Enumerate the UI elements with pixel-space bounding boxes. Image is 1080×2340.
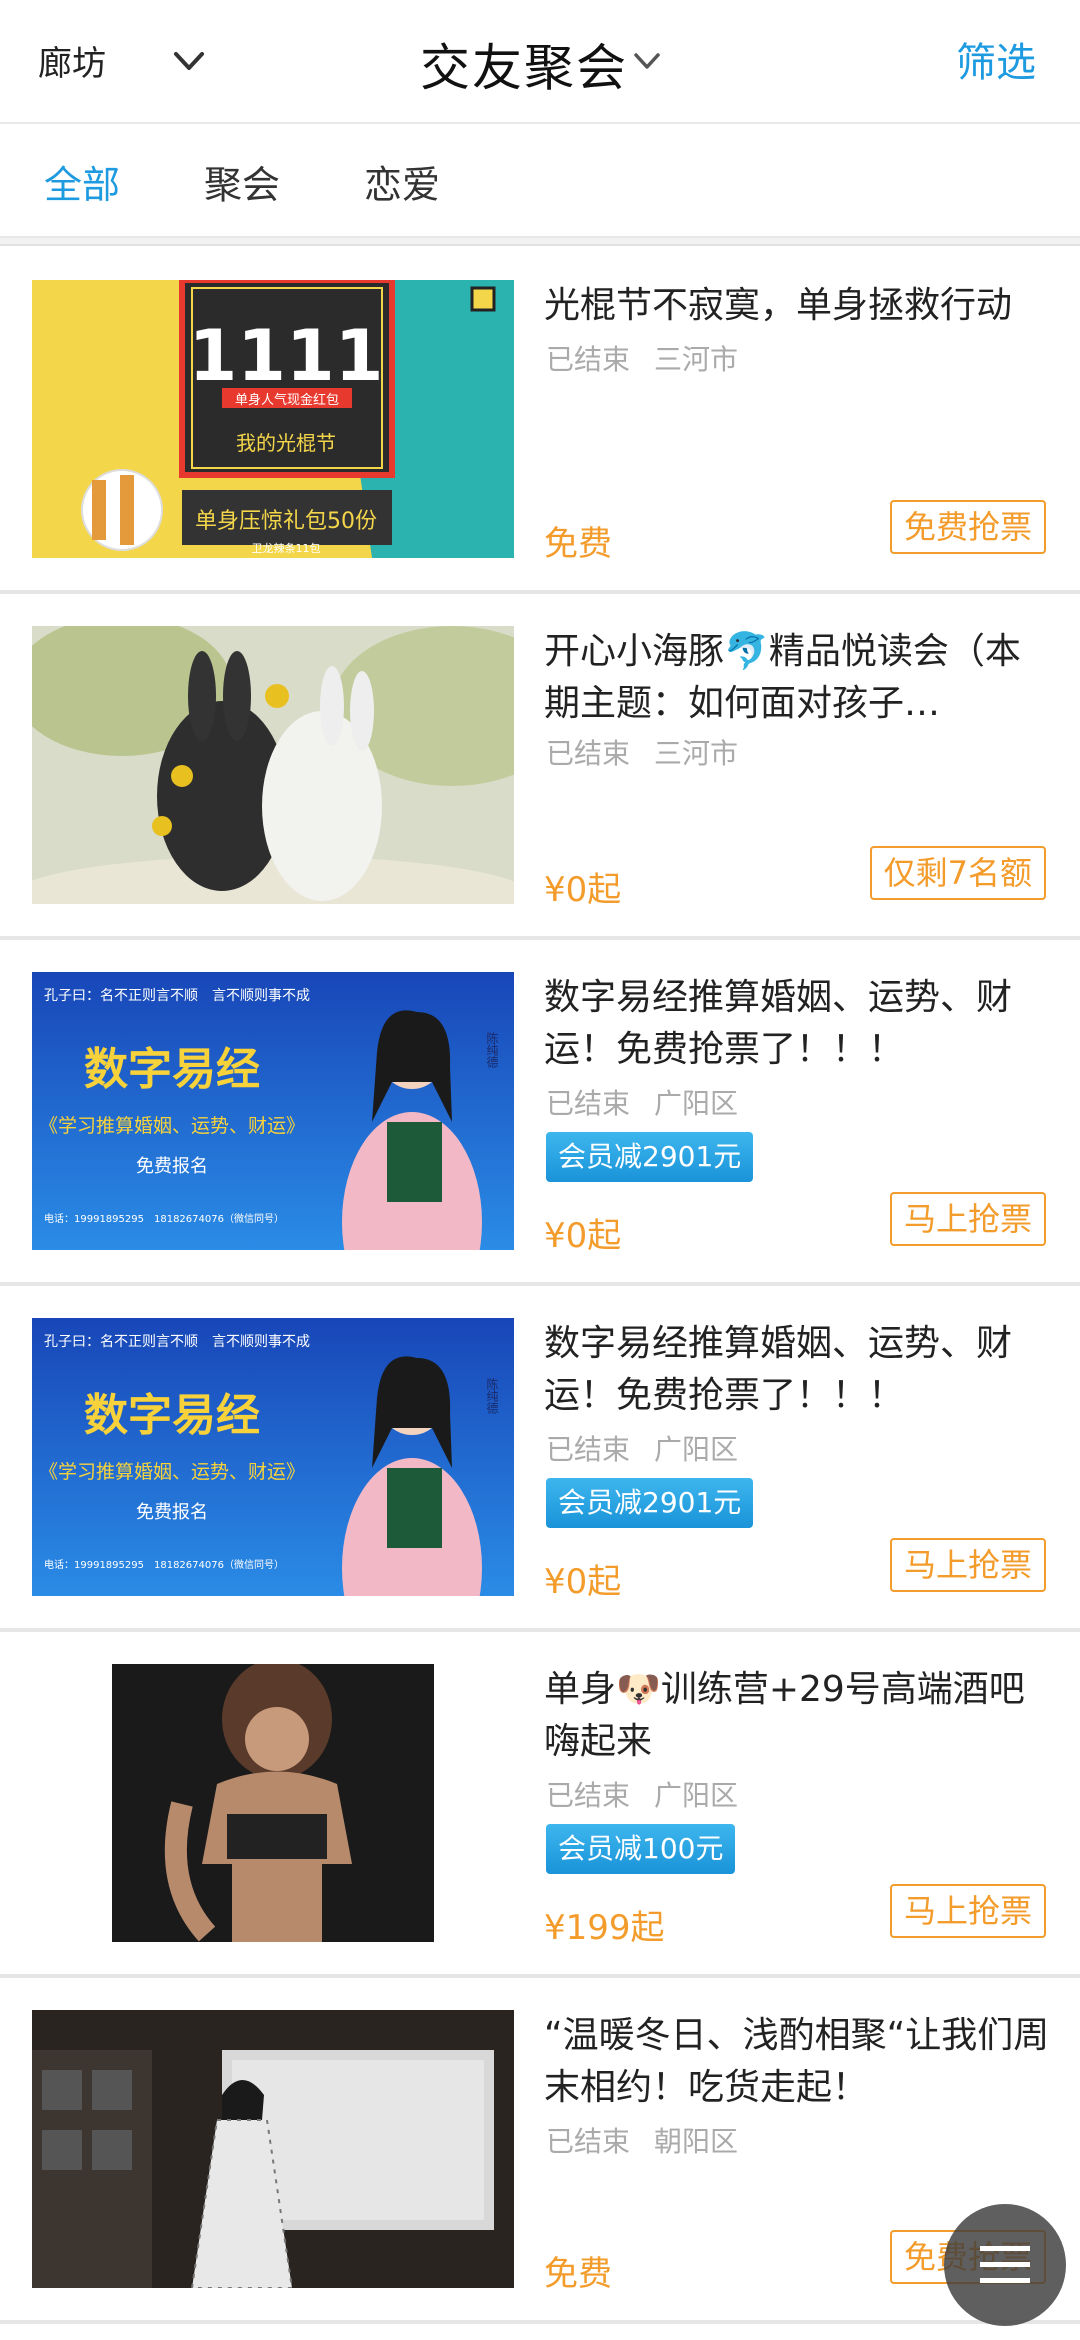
tab-party[interactable]: 聚会 [204, 154, 280, 209]
floating-menu-button[interactable] [944, 2204, 1066, 2326]
image-sub: 《学习推算婚姻、运势、财运》 [39, 1115, 305, 1137]
get-ticket-button[interactable]: 马上抢票 [889, 1884, 1046, 1938]
page-title[interactable]: 交友聚会 [420, 28, 628, 100]
event-location: 三河市 [654, 343, 739, 376]
get-ticket-button[interactable]: 马上抢票 [889, 1538, 1046, 1592]
event-location: 朝阳区 [654, 2125, 739, 2158]
event-title: 开心小海豚🐬精品悦读会（本期主题：如何面对孩子… [544, 631, 1021, 724]
image-headline: 数字易经 [84, 1390, 260, 1441]
event-status: 已结束 [546, 2125, 631, 2158]
event-image: 孔子曰：名不正则言不顺 言不顺则事不成 数字易经 《学习推算婚姻、运势、财运》 … [32, 1318, 514, 1596]
image-small: 卫龙辣条11包 [252, 541, 321, 555]
event-image [32, 626, 514, 904]
event-price: ¥0起 [544, 1216, 622, 1256]
event-price: 免费 [544, 2254, 612, 2294]
image-amount: 1111 [189, 315, 384, 397]
image-contact: 电话：19991895295 18182674076（微信同号） [44, 1558, 284, 1571]
event-item[interactable]: 单身🐶训练营+29号高端酒吧嗨起来 已结束 广阳区 会员减100元 ¥199起 马… [0, 1632, 1080, 1978]
event-title: 光棍节不寂寞，单身拯救行动 [544, 285, 1013, 326]
event-item[interactable]: 1111 单身人气现金红包 我的光棍节 单身压惊礼包50份 卫龙辣条11包 光棍… [0, 248, 1080, 594]
menu-icon [980, 2246, 1030, 2283]
event-status: 已结束 [546, 343, 631, 376]
event-meta: 已结束 广阳区 [546, 1428, 738, 1468]
event-status: 已结束 [546, 737, 631, 770]
chevron-down-icon[interactable] [632, 48, 662, 74]
event-title: 数字易经推算婚姻、运势、财运！免费抢票了！！！ [544, 977, 1013, 1070]
event-meta: 已结束 朝阳区 [546, 2120, 738, 2160]
svg-text:陈纯德: 陈纯德 [485, 1031, 499, 1068]
event-image: 1111 单身人气现金红包 我的光棍节 单身压惊礼包50份 卫龙辣条11包 [32, 280, 514, 558]
event-location: 广阳区 [654, 1087, 739, 1120]
event-price: 免费 [544, 524, 612, 564]
event-item[interactable]: 孔子曰：名不正则言不顺 言不顺则事不成 数字易经 《学习推算婚姻、运势、财运》 … [0, 940, 1080, 1286]
chevron-down-icon[interactable] [172, 46, 206, 76]
divider [0, 238, 1080, 246]
image-free: 免费报名 [136, 1156, 208, 1177]
event-meta: 已结束 三河市 [546, 732, 738, 772]
member-discount-badge: 会员减100元 [546, 1824, 736, 1874]
event-location: 广阳区 [654, 1433, 739, 1466]
category-tabs: 全部 聚会 恋爱 [0, 122, 1080, 238]
svg-text:陈纯德: 陈纯德 [485, 1377, 499, 1414]
top-bar: 廊坊 交友聚会 筛选 [0, 0, 1080, 120]
event-price: ¥199起 [544, 1908, 665, 1948]
member-discount-badge: 会员减2901元 [546, 1132, 754, 1182]
event-location: 三河市 [654, 737, 739, 770]
filter-button[interactable]: 筛选 [956, 30, 1036, 88]
event-status: 已结束 [546, 1779, 631, 1812]
event-image: 孔子曰：名不正则言不顺 言不顺则事不成 数字易经 《学习推算婚姻、运势、财运》 … [32, 972, 514, 1250]
remaining-spots-button[interactable]: 仅剩7名额 [869, 846, 1046, 900]
image-subtitle: 我的光棍节 [236, 431, 336, 455]
event-location: 广阳区 [654, 1779, 739, 1812]
event-price: ¥0起 [544, 870, 622, 910]
tab-love[interactable]: 恋爱 [364, 154, 440, 209]
get-ticket-button[interactable]: 免费抢票 [889, 500, 1046, 554]
city-selector[interactable]: 廊坊 [38, 36, 106, 85]
event-item[interactable]: 孔子曰：名不正则言不顺 言不顺则事不成 数字易经 《学习推算婚姻、运势、财运》 … [0, 1286, 1080, 1632]
event-status: 已结束 [546, 1087, 631, 1120]
member-discount-badge: 会员减2901元 [546, 1478, 754, 1528]
get-ticket-button[interactable]: 马上抢票 [889, 1192, 1046, 1246]
event-status: 已结束 [546, 1433, 631, 1466]
image-bottom: 单身压惊礼包50份 [195, 509, 377, 534]
image-top-text: 孔子曰：名不正则言不顺 言不顺则事不成 [44, 1334, 310, 1350]
event-image [32, 1664, 514, 1942]
event-meta: 已结束 广阳区 [546, 1774, 738, 1814]
image-contact: 电话：19991895295 18182674076（微信同号） [44, 1212, 284, 1225]
event-item[interactable]: “温暖冬日、浅酌相聚“让我们周末相约！吃货走起！ 已结束朝阳区 免费 免费抢票 [0, 1978, 1080, 2324]
event-item[interactable]: 开心小海豚🐬精品悦读会（本期主题：如何面对孩子… 已结束 三河市 ¥0起 仅剩7名… [0, 594, 1080, 940]
image-top-text: 孔子曰：名不正则言不顺 言不顺则事不成 [44, 988, 310, 1004]
image-banner: 单身人气现金红包 [235, 392, 339, 408]
event-title: 数字易经推算婚姻、运势、财运！免费抢票了！！！ [544, 1323, 1013, 1416]
image-free: 免费报名 [136, 1502, 208, 1523]
event-meta: 已结束 三河市 [546, 338, 738, 378]
event-image [32, 2010, 514, 2288]
event-meta: 已结束 广阳区 [546, 1082, 738, 1122]
image-headline: 数字易经 [84, 1044, 260, 1095]
image-sub: 《学习推算婚姻、运势、财运》 [39, 1461, 305, 1483]
event-price: ¥0起 [544, 1562, 622, 1602]
event-title: 单身🐶训练营+29号高端酒吧嗨起来 [544, 1669, 1025, 1762]
event-title: “温暖冬日、浅酌相聚“让我们周末相约！吃货走起！ [544, 2015, 1050, 2108]
tab-all[interactable]: 全部 [44, 154, 120, 209]
